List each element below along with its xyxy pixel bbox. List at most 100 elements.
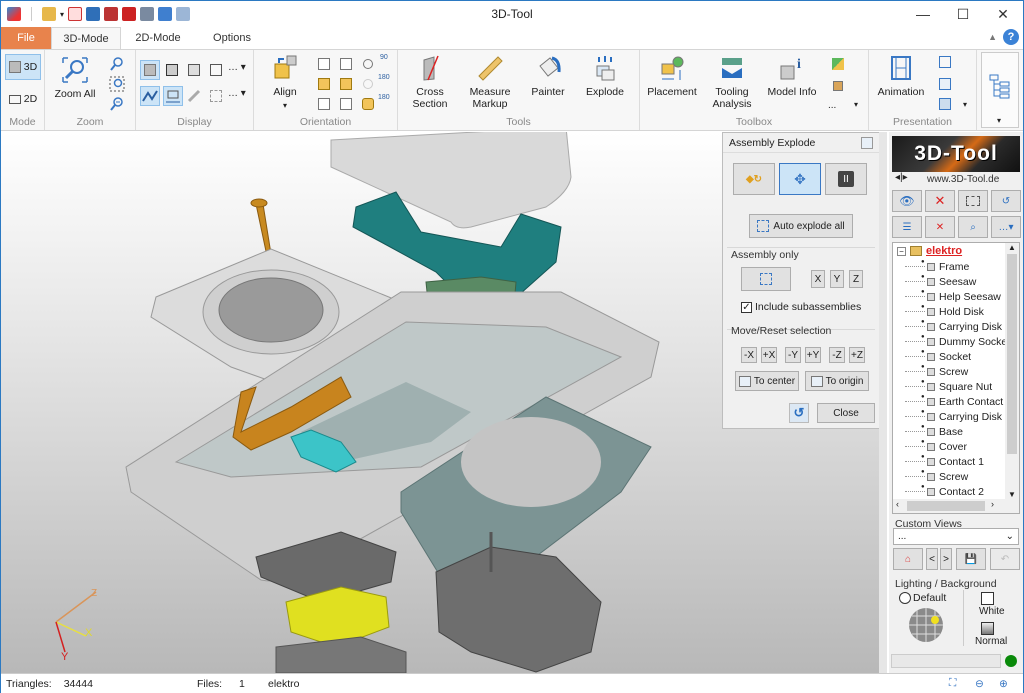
painter-button[interactable]: Painter (526, 54, 570, 98)
visible-eye-icon[interactable]: ● (921, 349, 925, 355)
prev-view-button[interactable]: < (926, 548, 938, 570)
include-subassemblies-checkbox[interactable]: ✓ Include subassemblies (741, 301, 861, 313)
toolbox-more-dropdown[interactable]: ... (828, 100, 836, 111)
explode-manual-button[interactable]: ◆↻ (733, 163, 775, 195)
rotate-90-icon[interactable]: 90 (380, 54, 388, 61)
align-button[interactable]: Align ▾ (268, 54, 302, 112)
visible-eye-icon[interactable]: ● (921, 259, 925, 265)
website-link[interactable]: www.3D-Tool.de (927, 174, 999, 185)
visible-eye-icon[interactable]: ● (921, 454, 925, 460)
tree-more-button[interactable]: …▾ (991, 216, 1021, 238)
visible-eye-icon[interactable]: ● (921, 394, 925, 400)
swap-parts-icon[interactable] (830, 56, 846, 72)
tree-item[interactable]: ● Cover (893, 439, 1019, 454)
to-center-button[interactable]: To center (735, 371, 799, 391)
find-in-tree-button[interactable]: ⌕ (958, 216, 988, 238)
reset-visibility-button[interactable]: ↺ (991, 190, 1021, 212)
custom-views-select[interactable]: ... ⌄ (893, 528, 1019, 545)
visible-eye-icon[interactable]: ● (921, 439, 925, 445)
display-more-dropdown[interactable]: … ▾ (228, 62, 246, 73)
visible-eye-icon[interactable]: ● (921, 469, 925, 475)
tooling-analysis-button[interactable]: Tooling Analysis (710, 54, 754, 110)
collapse-ribbon-icon[interactable]: ▲ (988, 32, 997, 42)
hide-part-button[interactable]: ✕ (925, 190, 955, 212)
auto-explode-all-button[interactable]: Auto explode all (749, 214, 853, 238)
fullscreen-icon[interactable] (937, 54, 953, 70)
tree-item[interactable]: ● Dummy Socket (893, 334, 1019, 349)
placement-button[interactable]: Placement (647, 54, 697, 98)
zoom-fit-icon[interactable]: ⛶ (949, 677, 956, 690)
mode-2d-button[interactable]: 2D (5, 88, 41, 110)
axis-z-button[interactable]: Z (849, 270, 863, 288)
markup-visibility-icon[interactable] (186, 88, 202, 104)
move-plus-y-button[interactable]: +Y (805, 347, 821, 363)
tab-file[interactable]: File (1, 27, 51, 49)
zoom-out-status-icon[interactable]: ⊖ (975, 678, 984, 690)
dimensions-icon[interactable] (163, 86, 183, 106)
tree-item[interactable]: ● Carrying Disk (893, 319, 1019, 334)
move-plus-x-button[interactable]: +X (761, 347, 777, 363)
hidden-line-icon[interactable] (186, 62, 202, 78)
structure-tree-toggle[interactable]: ▾ (981, 52, 1019, 128)
film-export-icon[interactable] (937, 96, 953, 112)
tree-item[interactable]: ● Help Seesaw (893, 289, 1019, 304)
view-right-icon[interactable] (338, 76, 354, 92)
move-minus-z-button[interactable]: -Z (829, 347, 845, 363)
default-lighting-radio[interactable]: Default (899, 592, 946, 604)
visible-eye-icon[interactable]: ● (921, 364, 925, 370)
visible-eye-icon[interactable]: ● (921, 304, 925, 310)
axis-x-button[interactable]: X (811, 270, 825, 288)
close-button[interactable]: ✕ (983, 1, 1023, 27)
tab-options[interactable]: Options (195, 27, 269, 49)
tree-root[interactable]: − elektro (893, 243, 1019, 259)
view-bottom-icon[interactable] (338, 96, 354, 112)
zoom-out-icon[interactable] (109, 96, 125, 112)
light-direction-sphere[interactable] (907, 606, 945, 644)
view-iso-icon[interactable] (360, 96, 376, 112)
tree-item[interactable]: ● Screw (893, 469, 1019, 484)
visible-eye-icon[interactable]: ● (921, 319, 925, 325)
visible-eye-icon[interactable]: ● (921, 274, 925, 280)
mode-3d-button[interactable]: 3D (5, 54, 41, 80)
presentation-more-arrow[interactable]: ▾ (963, 100, 967, 109)
visible-eye-icon[interactable]: ● (921, 484, 925, 490)
zoom-in-status-icon[interactable]: ⊕ (999, 678, 1008, 690)
tree-item[interactable]: ● Frame (893, 259, 1019, 274)
zoom-window-icon[interactable] (109, 76, 125, 92)
white-background-swatch[interactable] (981, 592, 994, 605)
view-camera-icon[interactable] (360, 56, 376, 72)
show-selected-button[interactable] (958, 190, 988, 212)
explode-assembly-button[interactable] (741, 267, 791, 291)
save-png-icon[interactable] (158, 7, 173, 21)
measure-markup-button[interactable]: Measure Markup (464, 54, 516, 110)
rotate-180-alt-icon[interactable]: 180 (378, 94, 390, 101)
explode-button[interactable]: Explode (582, 54, 628, 98)
tree-item[interactable]: ● Hold Disk (893, 304, 1019, 319)
tree-item[interactable]: ● Earth Contact (893, 394, 1019, 409)
visible-eye-icon[interactable]: ● (921, 409, 925, 415)
maximize-button[interactable]: ☐ (943, 1, 983, 27)
move-minus-x-button[interactable]: -X (741, 347, 757, 363)
rotate-180-icon[interactable]: 180 (378, 74, 390, 81)
clipboard-icon[interactable] (176, 7, 191, 21)
visible-eye-icon[interactable]: ● (921, 334, 925, 340)
zoom-all-button[interactable]: Zoom All (51, 56, 99, 100)
view-back-icon[interactable] (338, 56, 354, 72)
tree-item[interactable]: ● Carrying Disk (893, 409, 1019, 424)
save-pdf-icon[interactable] (122, 7, 137, 21)
tree-item[interactable]: ● Screw (893, 364, 1019, 379)
tree-item[interactable]: ● Square Nut (893, 379, 1019, 394)
wireframe-icon[interactable] (208, 62, 224, 78)
undo-icon[interactable]: ↺ (789, 403, 809, 423)
app-icon[interactable] (7, 7, 21, 21)
tree-vscrollbar[interactable]: ▲ ▼ (1005, 243, 1019, 513)
pause-button[interactable]: II (825, 163, 867, 195)
save-icon[interactable] (86, 7, 101, 21)
close-file-icon[interactable] (68, 7, 83, 21)
structure-dropdown-arrow[interactable]: ▾ (997, 116, 1001, 125)
panel-resize-icon[interactable]: ◂|▸ (895, 172, 908, 183)
tab-3d-mode[interactable]: 3D-Mode (51, 27, 121, 49)
close-panel-button[interactable]: Close (817, 403, 875, 423)
hide-all-button[interactable]: ✕ (925, 216, 955, 238)
zoom-pan-icon[interactable] (109, 56, 125, 72)
